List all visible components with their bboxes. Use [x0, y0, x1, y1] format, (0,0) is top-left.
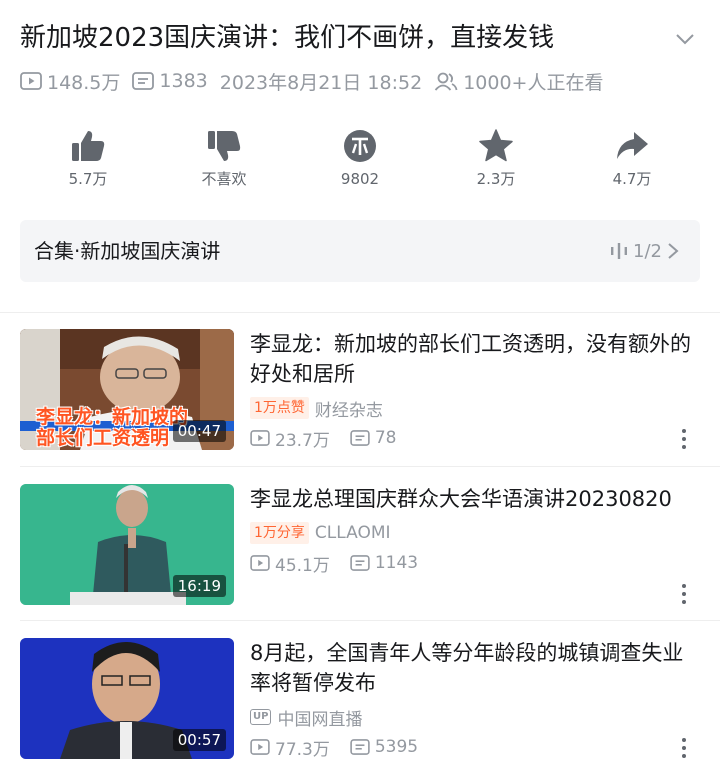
- video-author[interactable]: 财经杂志: [315, 396, 383, 421]
- dislike-label: 不喜欢: [201, 170, 247, 188]
- danmaku-icon: [350, 555, 370, 571]
- playlist-bars-icon: [611, 243, 628, 259]
- video-item-title: 李显龙：新加坡的部长们工资透明，没有额外的好处和居所: [250, 332, 691, 386]
- item-divider: [20, 466, 720, 467]
- play-count-icon: [250, 430, 270, 446]
- video-danmaku: 5395: [374, 737, 419, 757]
- collection-index: 1/2: [633, 240, 662, 262]
- play-count-icon: [20, 72, 42, 90]
- up-badge: UP: [250, 709, 272, 725]
- popularity-badge: 1万点赞: [250, 397, 309, 419]
- publish-datetime: 2023年8月21日 18:52: [219, 71, 423, 94]
- video-danmaku: 1143: [374, 553, 419, 573]
- share-arrow-icon: [617, 132, 648, 159]
- favorite-button[interactable]: 2.3万: [446, 124, 546, 196]
- action-bar: 5.7万 不喜欢 9802 2.3万 4.7万: [20, 124, 700, 196]
- viewers-icon: [434, 72, 458, 91]
- item-divider: [20, 620, 720, 621]
- related-video-item[interactable]: 16:19 李显龙总理国庆群众大会华语演讲20230820 1万分享 CLLAO…: [20, 484, 720, 606]
- play-count-icon: [250, 739, 270, 755]
- thumbs-up-icon: [72, 131, 105, 161]
- danmaku-stat: 1383: [132, 70, 208, 92]
- dislike-button[interactable]: 不喜欢: [174, 124, 274, 196]
- video-views: 23.7万: [275, 430, 330, 451]
- coin-button[interactable]: 9802: [310, 124, 410, 196]
- related-video-item[interactable]: 李显龙：新加坡的部长们工资透明 00:47 李显龙：新加坡的部长们工资透明，没有…: [20, 329, 720, 451]
- danmaku-count: 1383: [159, 70, 208, 92]
- watching-count: 1000+人正在看: [463, 71, 604, 94]
- video-author[interactable]: CLLAOMI: [315, 523, 391, 543]
- related-video-item[interactable]: 00:57 8月起，全国青年人等分年龄段的城镇调查失业率将暂停发布 UP 中国网…: [20, 638, 720, 760]
- video-duration: 00:47: [172, 420, 226, 442]
- video-source-row: 1万点赞 财经杂志: [250, 395, 702, 421]
- video-meta: 148.5万 1383 2023年8月21日 18:52 1000+人正在看: [20, 66, 615, 96]
- danmaku-icon: [350, 739, 370, 755]
- star-icon: [479, 129, 513, 162]
- video-info: 李显龙：新加坡的部长们工资透明，没有额外的好处和居所 1万点赞 财经杂志 23.…: [250, 329, 702, 451]
- video-thumbnail[interactable]: 李显龙：新加坡的部长们工资透明 00:47: [20, 329, 234, 450]
- video-stats: 23.7万 78: [250, 425, 702, 451]
- watching-stat: 1000+人正在看: [434, 68, 603, 95]
- video-duration: 16:19: [172, 575, 226, 597]
- collection-bar[interactable]: 合集·新加坡国庆演讲 1/2: [20, 220, 700, 282]
- collection-title: 合集·新加坡国庆演讲: [34, 239, 221, 263]
- video-views: 45.1万: [275, 555, 330, 576]
- video-source-row: 1万分享 CLLAOMI: [250, 520, 702, 546]
- video-info: 8月起，全国青年人等分年龄段的城镇调查失业率将暂停发布 UP 中国网直播 77.…: [250, 638, 702, 760]
- like-count: 5.7万: [68, 170, 108, 188]
- video-stats: 77.3万 5395: [250, 734, 702, 760]
- collection-progress: 1/2: [605, 220, 684, 282]
- coin-count: 9802: [340, 170, 380, 188]
- popularity-badge: 1万分享: [250, 522, 309, 544]
- share-count: 4.7万: [612, 170, 652, 188]
- share-button[interactable]: 4.7万: [582, 124, 682, 196]
- views-stat: 148.5万: [20, 68, 120, 95]
- video-info: 李显龙总理国庆群众大会华语演讲20230820 1万分享 CLLAOMI 45.…: [250, 484, 702, 576]
- video-views: 77.3万: [275, 739, 330, 760]
- more-options-icon[interactable]: [674, 582, 694, 606]
- chevron-down-icon[interactable]: [674, 28, 696, 50]
- video-danmaku: 78: [374, 428, 397, 448]
- play-count-icon: [250, 555, 270, 571]
- video-item-title: 8月起，全国青年人等分年龄段的城镇调查失业率将暂停发布: [250, 641, 684, 695]
- more-options-icon[interactable]: [674, 427, 694, 451]
- thumbs-down-icon: [208, 131, 241, 161]
- video-duration: 00:57: [172, 729, 226, 751]
- video-title: 新加坡2023国庆演讲：我们不画饼，直接发钱: [20, 23, 555, 53]
- video-stats: 45.1万 1143: [250, 550, 702, 576]
- video-header: 新加坡2023国庆演讲：我们不画饼，直接发钱: [20, 18, 700, 58]
- more-options-icon[interactable]: [674, 736, 694, 760]
- chevron-right-icon: [668, 243, 679, 259]
- views-count: 148.5万: [47, 71, 121, 94]
- video-thumbnail[interactable]: 16:19: [20, 484, 234, 605]
- section-divider: [0, 312, 720, 313]
- favorite-count: 2.3万: [476, 170, 516, 188]
- video-thumbnail[interactable]: 00:57: [20, 638, 234, 759]
- danmaku-icon: [350, 430, 370, 446]
- like-button[interactable]: 5.7万: [38, 124, 138, 196]
- video-item-title: 李显龙总理国庆群众大会华语演讲20230820: [250, 487, 672, 511]
- video-author[interactable]: 中国网直播: [277, 705, 362, 730]
- danmaku-icon: [132, 72, 155, 90]
- video-source-row: UP 中国网直播: [250, 704, 702, 730]
- coin-icon: [344, 130, 376, 162]
